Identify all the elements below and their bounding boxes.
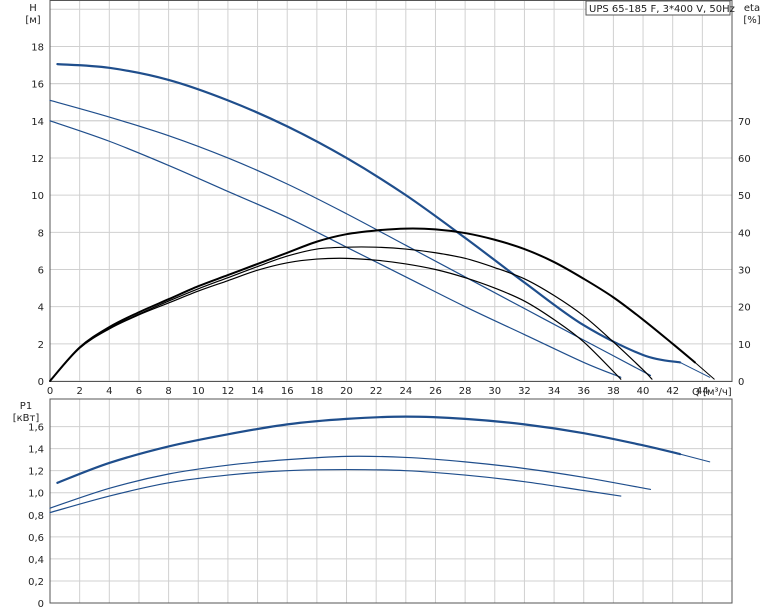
- head-ext-curve-1: [679, 361, 711, 378]
- pump-curve-chart: 0 2 4 6 8 10 12 14 16 18 20 22 24 26 28 30 32 34 36 38 40 42 4…: [13, 0, 761, 610]
- x-tick-label: 36: [577, 386, 590, 397]
- x-tick-label: 22: [370, 386, 383, 397]
- y-tick-label: 8: [38, 228, 44, 239]
- eta-curve-4: [49, 227, 696, 382]
- y2-tick-label: 20: [738, 303, 751, 314]
- x-tick-label: 24: [399, 386, 412, 397]
- y-tick-label: 0: [38, 377, 44, 388]
- power-tick-label: 1,0: [28, 489, 44, 500]
- y-tick-label: 6: [38, 265, 44, 276]
- x-tick-label: 26: [429, 386, 442, 397]
- power-axis-unit: [кВт]: [13, 413, 40, 424]
- x-tick-label: 30: [488, 386, 501, 397]
- x-tick-label: 20: [340, 386, 353, 397]
- eta-curve-7: [49, 257, 622, 382]
- y-tick-label: 12: [31, 154, 44, 165]
- x-tick-label: 40: [637, 386, 650, 397]
- x-tick-label: 34: [548, 386, 561, 397]
- y2-tick-label: 10: [738, 340, 751, 351]
- power-tick-label: 0,4: [28, 555, 44, 566]
- y-tick-label: 2: [38, 340, 44, 351]
- x-tick-label: 6: [136, 386, 142, 397]
- chart-title: UPS 65-185 F, 3*400 V, 50Hz: [589, 4, 735, 15]
- power-tick-label: 0: [38, 599, 44, 610]
- bottom-grid: [49, 399, 732, 604]
- y-tick-label: 16: [31, 80, 44, 91]
- power-axis-label: P1: [20, 401, 32, 412]
- y-tick-label: 4: [38, 303, 44, 314]
- power-curve-3: [49, 468, 622, 514]
- x-tick-label: 12: [222, 386, 235, 397]
- y-tick-label: 14: [31, 117, 44, 128]
- x-tick-label: 18: [311, 386, 324, 397]
- x-tick-label: 4: [106, 386, 112, 397]
- power-tick-label: 1,6: [28, 423, 44, 434]
- bottom-series: [49, 415, 711, 514]
- power-ext-curve-1: [679, 453, 711, 463]
- top-grid: [49, 0, 732, 382]
- power-tick-label: 1,2: [28, 467, 44, 478]
- top-y2-tick-labels: 0 10 20 30 40 50 60 70: [738, 117, 751, 388]
- head-curve-2: [49, 99, 652, 377]
- x-tick-label: 0: [47, 386, 53, 397]
- y2-tick-label: 50: [738, 191, 751, 202]
- y2-tick-label: 40: [738, 228, 751, 239]
- power-tick-label: 0,8: [28, 511, 44, 522]
- y2-tick-label: 70: [738, 117, 751, 128]
- x-tick-label: 16: [281, 386, 294, 397]
- top-y-tick-labels: 0 2 4 6 8 10 12 14 16 18: [31, 42, 44, 388]
- x-tick-label: 38: [607, 386, 620, 397]
- x-tick-label: 42: [666, 386, 679, 397]
- x-tick-label: 32: [518, 386, 531, 397]
- y2-tick-label: 0: [738, 377, 744, 388]
- y-tick-label: 18: [31, 42, 44, 53]
- x-tick-label: 8: [165, 386, 171, 397]
- top-x-tick-labels: 0 2 4 6 8 10 12 14 16 18 20 22 24 26 28 30 32 34 36 38 40 42 4…: [47, 386, 709, 397]
- y2-tick-label: 30: [738, 265, 751, 276]
- top-panel: 0 2 4 6 8 10 12 14 16 18 20 22 24 26 28 30 32 34 36 38 40 42 4…: [25, 0, 761, 398]
- power-tick-label: 0,2: [28, 577, 44, 588]
- x-tick-label: 14: [251, 386, 264, 397]
- bottom-y-tick-labels: 0 0,2 0,4 0,6 0,8 1,0 1,2 1,4 1,6: [28, 423, 44, 610]
- head-curve-3: [49, 120, 622, 378]
- power-tick-label: 0,6: [28, 533, 44, 544]
- x-tick-label: 10: [192, 386, 205, 397]
- y2-axis-label: eta: [744, 3, 760, 14]
- y2-tick-label: 60: [738, 154, 751, 165]
- power-tick-label: 1,4: [28, 445, 44, 456]
- y-axis-label: H: [29, 3, 37, 14]
- bottom-panel: 0 0,2 0,4 0,6 0,8 1,0 1,2 1,4 1,6 P1 [кВт]: [13, 398, 733, 610]
- y-axis-unit: [м]: [25, 15, 40, 26]
- x-axis-label: Q [м³/ч]: [692, 387, 732, 398]
- power-curve-2: [49, 455, 652, 509]
- y2-axis-unit: [%]: [743, 15, 760, 26]
- top-series: [49, 63, 715, 382]
- top-plot-frame: [49, 0, 733, 382]
- x-tick-label: 2: [76, 386, 82, 397]
- bottom-plot-frame: [49, 398, 733, 604]
- x-tick-label: 28: [459, 386, 472, 397]
- y-tick-label: 10: [31, 191, 44, 202]
